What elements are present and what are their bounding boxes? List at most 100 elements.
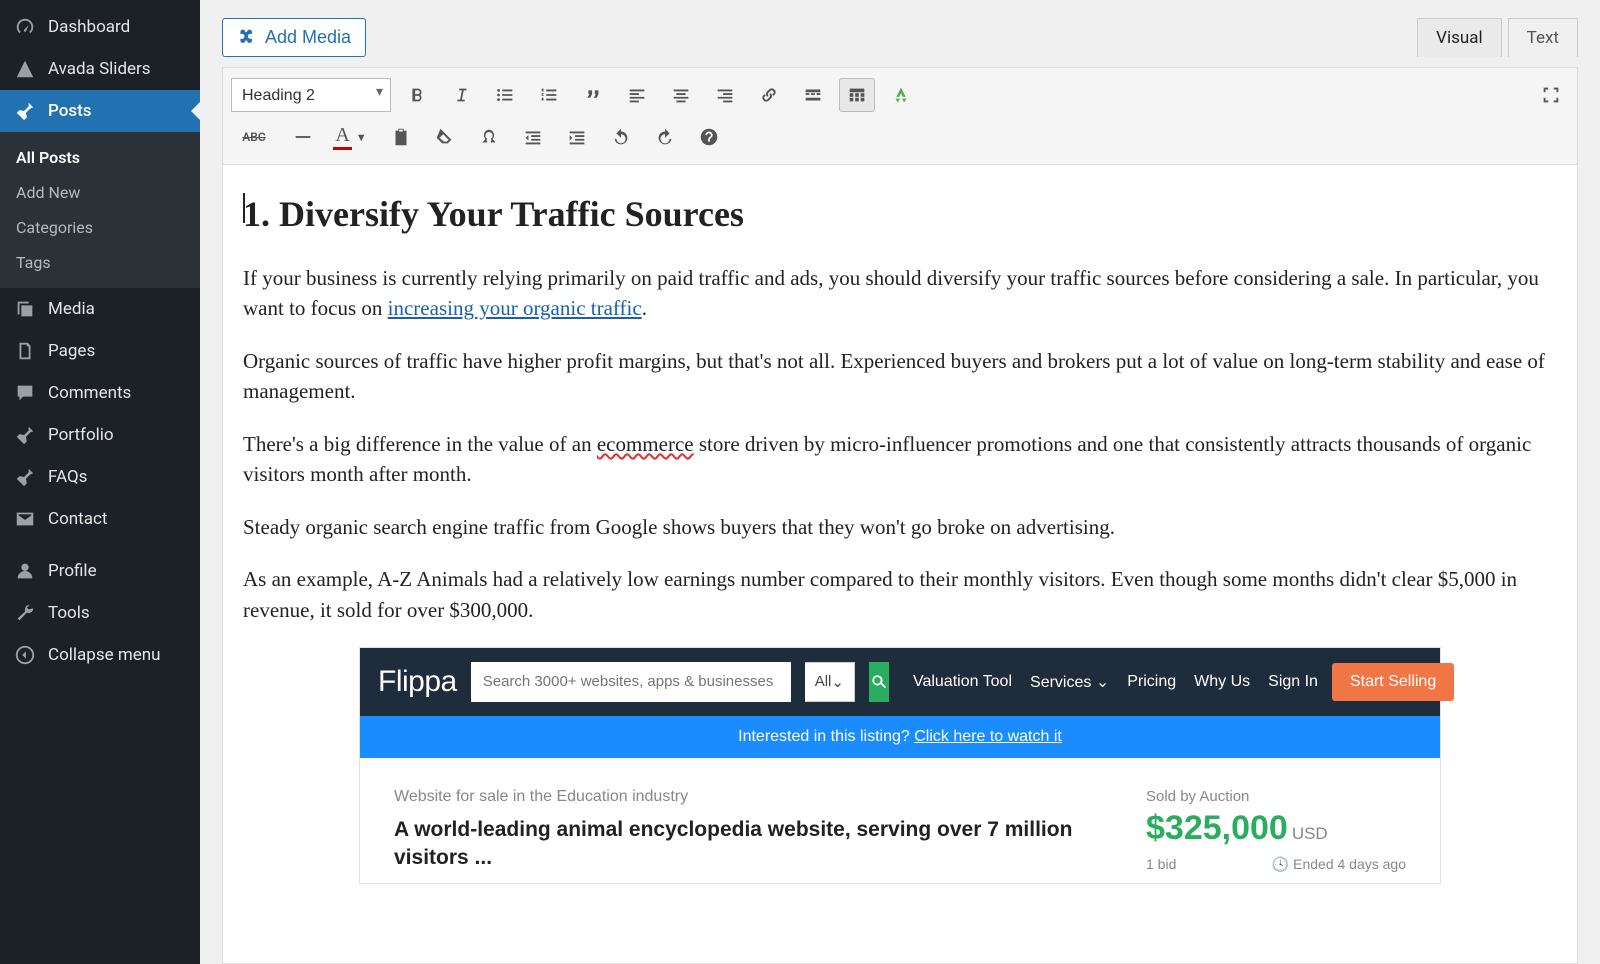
toolbar-toggle-button[interactable] (839, 78, 875, 112)
toolbar-row-1: Heading 2 (231, 74, 1569, 116)
editor-toolbar: Heading 2 ABC (223, 68, 1577, 165)
tab-text[interactable]: Text (1508, 18, 1578, 57)
hr-button[interactable] (285, 120, 321, 154)
flippa-ended: 🕓 Ended 4 days ago (1272, 856, 1406, 873)
collapse-icon (14, 644, 36, 666)
flippa-price: $325,000 (1146, 809, 1288, 847)
sidebar-item-label: Portfolio (48, 425, 114, 445)
avada-icon (14, 58, 36, 80)
strikethrough-button[interactable]: ABC (231, 120, 277, 154)
pin-icon (14, 466, 36, 488)
user-icon (14, 560, 36, 582)
read-more-button[interactable] (795, 78, 831, 112)
format-select[interactable]: Heading 2 (231, 78, 391, 112)
undo-button[interactable] (603, 120, 639, 154)
align-right-button[interactable] (707, 78, 743, 112)
outdent-button[interactable] (515, 120, 551, 154)
letter-a-icon: A (333, 124, 351, 150)
sidebar-item-pages[interactable]: Pages (0, 330, 200, 372)
bold-button[interactable] (399, 78, 435, 112)
chevron-down-icon: ⌄ (1096, 674, 1109, 691)
flippa-category: Website for sale in the Education indust… (394, 788, 1116, 806)
embedded-image-flippa: Flippa All⌄ Valuation Tool Services ⌄ Pr… (359, 647, 1441, 884)
content-heading: 1. Diversify Your Traffic Sources (243, 193, 1557, 235)
gauge-icon (14, 16, 36, 38)
sidebar-item-collapse[interactable]: Collapse menu (0, 634, 200, 676)
text-cursor (243, 193, 245, 223)
blockquote-button[interactable] (575, 78, 611, 112)
editor-topbar: Add Media Visual Text (222, 18, 1578, 57)
flippa-start-selling-button: Start Selling (1332, 663, 1454, 701)
fullscreen-button[interactable] (1533, 78, 1569, 112)
submenu-categories[interactable]: Categories (0, 210, 200, 245)
italic-button[interactable] (443, 78, 479, 112)
mail-icon (14, 508, 36, 530)
flippa-bid-count: 1 bid (1146, 856, 1176, 873)
media-icon (237, 28, 257, 48)
submenu-add-new[interactable]: Add New (0, 175, 200, 210)
sidebar-item-profile[interactable]: Profile (0, 540, 200, 592)
special-char-button[interactable] (471, 120, 507, 154)
flippa-watch-link: Click here to watch it (914, 728, 1062, 745)
number-list-button[interactable] (531, 78, 567, 112)
add-media-button[interactable]: Add Media (222, 18, 366, 57)
flippa-link: Sign In (1268, 673, 1318, 691)
bullet-list-button[interactable] (487, 78, 523, 112)
content-paragraph: Organic sources of traffic have higher p… (243, 346, 1557, 407)
sidebar-item-label: Media (48, 299, 95, 319)
sidebar-item-media[interactable]: Media (0, 288, 200, 330)
flippa-listing-title: A world-leading animal encyclopedia webs… (394, 816, 1116, 873)
submenu-all-posts[interactable]: All Posts (0, 140, 200, 175)
flippa-search-button (869, 662, 889, 702)
flippa-link: Valuation Tool (913, 673, 1012, 691)
sidebar-item-faqs[interactable]: FAQs (0, 456, 200, 498)
sidebar-item-avada-sliders[interactable]: Avada Sliders (0, 48, 200, 90)
spell-error: ecommerce (597, 432, 694, 456)
align-center-button[interactable] (663, 78, 699, 112)
editor-mode-tabs: Visual Text (1417, 18, 1578, 57)
sidebar-item-label: Posts (48, 101, 92, 121)
chevron-down-icon: ⌄ (831, 673, 844, 691)
organic-traffic-link[interactable]: increasing your organic traffic (388, 296, 642, 320)
pin-icon (14, 424, 36, 446)
tab-visual[interactable]: Visual (1417, 18, 1501, 57)
sidebar-item-label: Comments (48, 383, 131, 403)
sidebar-item-posts[interactable]: Posts (0, 90, 200, 132)
flippa-search-input (471, 662, 791, 702)
flippa-watch-banner: Interested in this listing? Click here t… (360, 716, 1440, 758)
sidebar-item-portfolio[interactable]: Portfolio (0, 414, 200, 456)
chevron-down-icon: ▼ (352, 131, 371, 144)
paste-text-button[interactable] (383, 120, 419, 154)
sidebar-item-label: Profile (48, 561, 97, 581)
format-select-wrap: Heading 2 (231, 78, 391, 112)
sidebar-item-label: Pages (48, 341, 95, 361)
sidebar-item-comments[interactable]: Comments (0, 372, 200, 414)
editor-content[interactable]: 1. Diversify Your Traffic Sources If you… (223, 165, 1577, 963)
sidebar-item-label: Contact (48, 509, 107, 529)
redo-button[interactable] (647, 120, 683, 154)
submenu-tags[interactable]: Tags (0, 245, 200, 280)
content-paragraph: As an example, A-Z Animals had a relativ… (243, 564, 1557, 625)
flippa-nav-links: Valuation Tool Services ⌄ Pricing Why Us… (913, 672, 1318, 692)
sidebar-item-label: Avada Sliders (48, 59, 151, 79)
help-button[interactable] (691, 120, 727, 154)
align-left-button[interactable] (619, 78, 655, 112)
text-color-button[interactable]: A▼ (329, 120, 375, 154)
page-icon (14, 340, 36, 362)
sidebar-item-tools[interactable]: Tools (0, 592, 200, 634)
indent-button[interactable] (559, 120, 595, 154)
sidebar-item-dashboard[interactable]: Dashboard (0, 6, 200, 48)
wrench-icon (14, 602, 36, 624)
admin-sidebar: Dashboard Avada Sliders Posts All Posts … (0, 0, 200, 964)
avada-builder-button[interactable] (883, 78, 919, 112)
tinymce-editor: Heading 2 ABC (222, 67, 1578, 964)
flippa-sold-label: Sold by Auction (1146, 788, 1406, 805)
media-icon (14, 298, 36, 320)
link-button[interactable] (751, 78, 787, 112)
flippa-link: Services ⌄ (1030, 672, 1109, 692)
sidebar-item-label: Dashboard (48, 17, 130, 37)
editor-main: Add Media Visual Text Heading 2 (200, 0, 1600, 964)
sidebar-item-contact[interactable]: Contact (0, 498, 200, 540)
clear-format-button[interactable] (427, 120, 463, 154)
flippa-currency: USD (1292, 824, 1328, 843)
